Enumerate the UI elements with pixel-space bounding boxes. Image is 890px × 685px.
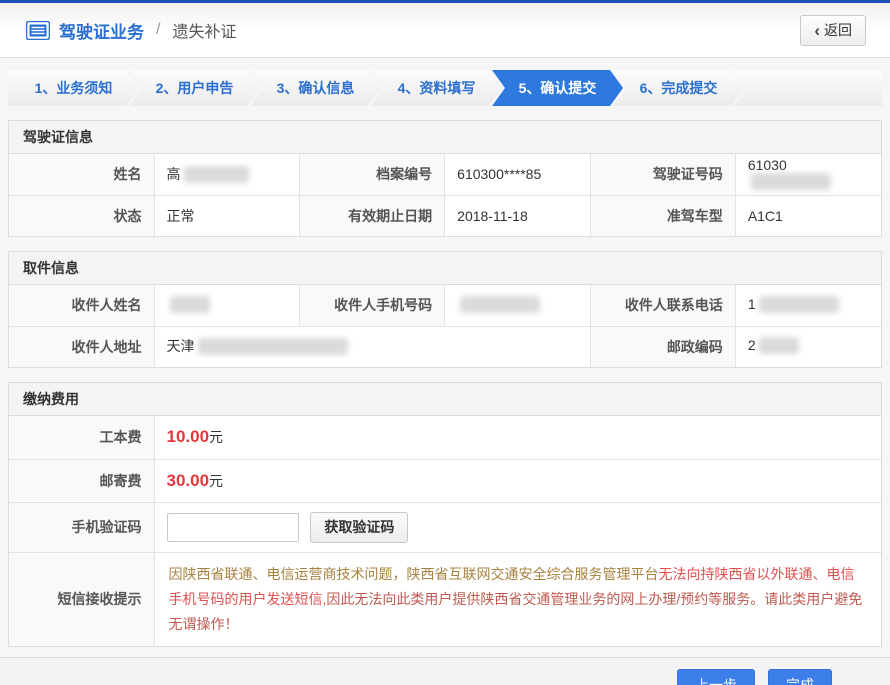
sms-notice-text: 因陕西省联通、电信运营商技术问题，陕西省互联网交通安全综合服务管理平台无法向持陕… bbox=[154, 552, 881, 646]
name-value: 高 bbox=[154, 154, 300, 195]
get-sms-code-button[interactable]: 获取验证码 bbox=[310, 512, 408, 543]
license-info-table: 姓名 高 档案编号 610300****85 驾驶证号码 61030 状态 正常… bbox=[9, 154, 881, 236]
fees-table: 工本费 10.00元 邮寄费 30.00元 手机验证码 获取验证码 短信接收提示… bbox=[9, 416, 881, 646]
breadcrumb: 驾驶证业务 / 遗失补证 bbox=[26, 18, 800, 43]
recipient-name-value bbox=[154, 285, 300, 326]
previous-step-button[interactable]: 上一步 bbox=[677, 669, 755, 685]
recipient-address-label: 收件人地址 bbox=[9, 326, 154, 367]
file-number-label: 档案编号 bbox=[300, 154, 445, 195]
redacted-blur bbox=[184, 166, 249, 183]
file-number-value: 610300****85 bbox=[445, 154, 591, 195]
sms-code-label: 手机验证码 bbox=[9, 502, 154, 552]
name-label: 姓名 bbox=[9, 154, 154, 195]
step-wizard-filler bbox=[734, 70, 882, 106]
step-6-finish-submit: 6、完成提交 bbox=[613, 70, 744, 106]
production-fee-value: 10.00元 bbox=[154, 416, 881, 459]
back-button[interactable]: ‹ 返回 bbox=[800, 15, 866, 46]
table-row: 手机验证码 获取验证码 bbox=[9, 502, 881, 552]
step-2-user-declaration: 2、用户申告 bbox=[129, 70, 260, 106]
postal-code-value: 2 bbox=[735, 326, 881, 367]
license-info-section: 驾驶证信息 姓名 高 档案编号 610300****85 驾驶证号码 61030… bbox=[8, 120, 882, 237]
step-5-confirm-submit-active: 5、确认提交 bbox=[492, 70, 623, 106]
postage-fee-amount: 30.00 bbox=[167, 471, 210, 490]
step-1-business-notice: 1、业务须知 bbox=[8, 70, 139, 106]
footer-action-bar: 上一步 完成 bbox=[0, 657, 890, 685]
page-header: 驾驶证业务 / 遗失补证 ‹ 返回 bbox=[0, 3, 890, 58]
step-3-confirm-info: 3、确认信息 bbox=[250, 70, 381, 106]
step-4-fill-materials: 4、资料填写 bbox=[371, 70, 502, 106]
production-fee-unit: 元 bbox=[209, 429, 223, 445]
expiry-date-value: 2018-11-18 bbox=[445, 195, 591, 236]
finish-button[interactable]: 完成 bbox=[768, 669, 832, 685]
redacted-blur bbox=[198, 338, 348, 355]
license-number-label: 驾驶证号码 bbox=[590, 154, 735, 195]
menu-list-icon bbox=[26, 21, 50, 40]
breadcrumb-separator: / bbox=[156, 21, 160, 39]
vehicle-class-value: A1C1 bbox=[735, 195, 881, 236]
recipient-phone-label: 收件人联系电话 bbox=[590, 285, 735, 326]
recipient-mobile-value bbox=[445, 285, 591, 326]
back-button-label: 返回 bbox=[824, 20, 852, 40]
sms-code-cell: 获取验证码 bbox=[154, 502, 881, 552]
license-info-section-title: 驾驶证信息 bbox=[9, 121, 881, 154]
recipient-phone-value: 1 bbox=[735, 285, 881, 326]
sms-notice-label: 短信接收提示 bbox=[9, 552, 154, 646]
pickup-info-section-title: 取件信息 bbox=[9, 252, 881, 285]
recipient-address-value: 天津 bbox=[154, 326, 590, 367]
redacted-blur bbox=[759, 296, 839, 313]
table-row: 收件人姓名 收件人手机号码 收件人联系电话 1 bbox=[9, 285, 881, 326]
pickup-info-table: 收件人姓名 收件人手机号码 收件人联系电话 1 收件人地址 天津 邮政编码 2 bbox=[9, 285, 881, 367]
table-row: 状态 正常 有效期止日期 2018-11-18 准驾车型 A1C1 bbox=[9, 195, 881, 236]
back-chevron-icon: ‹ bbox=[814, 22, 820, 39]
postage-fee-value: 30.00元 bbox=[154, 459, 881, 502]
page-title: 驾驶证业务 bbox=[59, 18, 144, 43]
recipient-name-label: 收件人姓名 bbox=[9, 285, 154, 326]
postage-fee-unit: 元 bbox=[209, 473, 223, 489]
notice-part-1: 因陕西省联通、电信运营商技术问题，陕西省互联网交通安全综合服务管理平台 bbox=[169, 566, 659, 582]
step-wizard: 1、业务须知 2、用户申告 3、确认信息 4、资料填写 5、确认提交 6、完成提… bbox=[8, 70, 882, 106]
redacted-blur bbox=[170, 296, 210, 313]
recipient-mobile-label: 收件人手机号码 bbox=[300, 285, 445, 326]
table-row: 姓名 高 档案编号 610300****85 驾驶证号码 61030 bbox=[9, 154, 881, 195]
status-label: 状态 bbox=[9, 195, 154, 236]
vehicle-class-label: 准驾车型 bbox=[590, 195, 735, 236]
pickup-info-section: 取件信息 收件人姓名 收件人手机号码 收件人联系电话 1 收件人地址 天津 邮政… bbox=[8, 251, 882, 368]
fees-section: 缴纳费用 工本费 10.00元 邮寄费 30.00元 手机验证码 获取验证码 短… bbox=[8, 382, 882, 647]
production-fee-amount: 10.00 bbox=[167, 427, 210, 446]
production-fee-label: 工本费 bbox=[9, 416, 154, 459]
page-subtitle: 遗失补证 bbox=[172, 18, 236, 42]
sms-code-input[interactable] bbox=[167, 513, 299, 542]
redacted-blur bbox=[759, 337, 799, 354]
table-row: 工本费 10.00元 bbox=[9, 416, 881, 459]
status-value: 正常 bbox=[154, 195, 300, 236]
license-number-value: 61030 bbox=[735, 154, 881, 195]
table-row: 收件人地址 天津 邮政编码 2 bbox=[9, 326, 881, 367]
table-row: 短信接收提示 因陕西省联通、电信运营商技术问题，陕西省互联网交通安全综合服务管理… bbox=[9, 552, 881, 646]
redacted-blur bbox=[460, 296, 540, 313]
redacted-blur bbox=[751, 173, 831, 190]
postal-code-label: 邮政编码 bbox=[590, 326, 735, 367]
expiry-date-label: 有效期止日期 bbox=[300, 195, 445, 236]
fees-section-title: 缴纳费用 bbox=[9, 383, 881, 416]
postage-fee-label: 邮寄费 bbox=[9, 459, 154, 502]
table-row: 邮寄费 30.00元 bbox=[9, 459, 881, 502]
